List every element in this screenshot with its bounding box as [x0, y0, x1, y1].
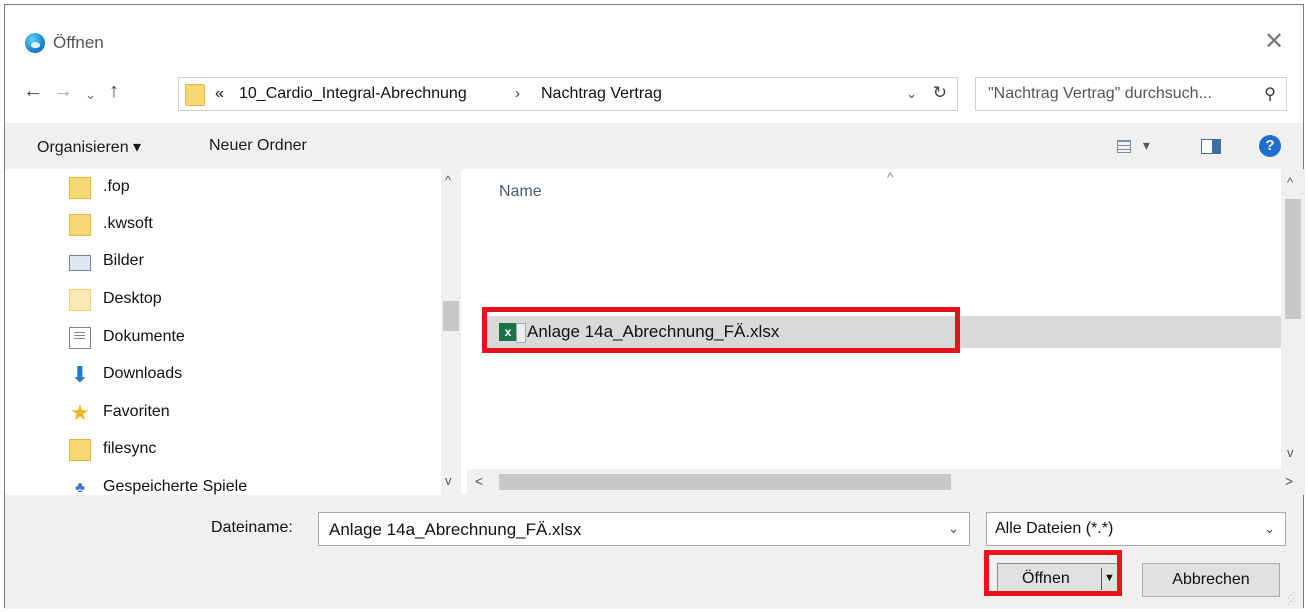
file-list-pane: ^ Name x Anlage 14a_Abrechnung_FÄ.xlsx ^… [467, 169, 1305, 495]
scroll-up-icon[interactable]: ^ [445, 173, 451, 188]
sidebar-item-label: Bilder [103, 252, 144, 269]
sidebar-item-label: Favoriten [103, 403, 170, 420]
open-button-label: Öffnen [1022, 570, 1070, 587]
folder-icon [69, 214, 91, 236]
back-arrow-icon[interactable]: ← [23, 79, 43, 103]
address-bar[interactable]: « 10_Cardio_Integral-Abrechnung › Nachtr… [178, 77, 958, 111]
open-button[interactable]: Öffnen ▼ [997, 563, 1119, 595]
file-row-selected[interactable]: x Anlage 14a_Abrechnung_FÄ.xlsx [485, 316, 1281, 348]
organize-menu-button[interactable]: Organisieren ▾ [37, 137, 141, 157]
open-file-dialog: Öffnen ✕ ← → ⌄ ↑ « 10_Cardio_Integral-Ab… [4, 4, 1305, 609]
search-placeholder: "Nachtrag Vertrag" durchsuch... [988, 85, 1212, 102]
games-icon: ♣ [75, 479, 85, 495]
filename-label: Dateiname: [211, 519, 293, 536]
file-type-select[interactable]: Alle Dateien (*.*) ⌄ [986, 512, 1286, 546]
dialog-footer: Dateiname: Anlage 14a_Abrechnung_FÄ.xlsx… [5, 495, 1303, 609]
excel-file-icon: x [499, 323, 526, 343]
change-view-button[interactable]: ▾ [1117, 137, 1161, 157]
close-button[interactable]: ✕ [1257, 27, 1291, 57]
sidebar-item-label: .fop [103, 178, 130, 195]
title-bar: Öffnen ✕ [5, 5, 1303, 67]
sidebar-item-label: Downloads [103, 365, 183, 382]
sidebar-scrollbar[interactable]: ^ v [441, 169, 461, 495]
edge-browser-icon [25, 33, 45, 53]
open-options-dropdown-icon[interactable]: ▼ [1104, 572, 1115, 584]
folder-icon [69, 439, 91, 461]
navigation-pane: .fop .kwsoft Bilder Desktop Dokumente ⬇ … [5, 169, 461, 495]
scroll-right-icon[interactable]: > [1285, 473, 1293, 489]
filename-dropdown-icon[interactable]: ⌄ [948, 521, 959, 537]
scrollbar-thumb[interactable] [443, 301, 459, 331]
file-type-value: Alle Dateien (*.*) [995, 520, 1114, 537]
sidebar-item-label: Gespeicherte Spiele [103, 478, 248, 495]
preview-pane-icon[interactable] [1201, 139, 1221, 154]
scroll-left-icon[interactable]: < [475, 473, 483, 489]
breadcrumb-item[interactable]: 10_Cardio_Integral-Abrechnung [239, 85, 467, 103]
star-icon: ★ [70, 400, 90, 425]
sidebar-item-label: filesync [103, 440, 157, 457]
dialog-title: Öffnen [53, 33, 104, 52]
scroll-down-icon[interactable]: v [1287, 445, 1294, 460]
scrollbar-thumb[interactable] [1285, 199, 1301, 319]
search-input[interactable]: "Nachtrag Vertrag" durchsuch... ⚲ [975, 77, 1287, 111]
breadcrumb-overflow[interactable]: « [215, 85, 224, 103]
search-icon[interactable]: ⚲ [1264, 84, 1276, 104]
resize-grip-icon[interactable]: ⋰ ⋰ [1287, 592, 1299, 606]
command-toolbar: Organisieren ▾ Neuer Ordner ▾ ? [5, 123, 1303, 169]
cancel-button[interactable]: Abbrechen [1142, 563, 1280, 597]
details-view-icon [1117, 139, 1131, 153]
split-divider [1101, 568, 1102, 590]
refresh-icon[interactable]: ↻ [933, 83, 947, 103]
navigation-bar: ← → ⌄ ↑ « 10_Cardio_Integral-Abrechnung … [5, 69, 1303, 115]
cancel-button-label: Abbrechen [1172, 571, 1250, 588]
sidebar-item-label: Desktop [103, 290, 162, 307]
folder-icon [69, 177, 91, 199]
scroll-up-icon[interactable]: ^ [1287, 175, 1293, 190]
pictures-icon [69, 255, 91, 271]
sidebar-item-label: Dokumente [103, 328, 185, 345]
help-icon[interactable]: ? [1259, 135, 1281, 157]
file-list-horizontal-scrollbar[interactable]: < > [467, 469, 1305, 495]
view-dropdown-icon: ▾ [1142, 137, 1150, 153]
column-header-name[interactable]: Name [499, 183, 542, 201]
scrollbar-thumb[interactable] [499, 474, 951, 490]
breadcrumb-separator-icon[interactable]: › [515, 85, 520, 102]
folder-icon [185, 84, 205, 106]
recent-locations-chevron-icon[interactable]: ⌄ [85, 83, 96, 107]
breadcrumb-item[interactable]: Nachtrag Vertrag [541, 85, 662, 103]
download-icon: ⬇ [70, 362, 90, 387]
desktop-folder-icon [69, 289, 91, 311]
file-name: Anlage 14a_Abrechnung_FÄ.xlsx [527, 322, 780, 341]
sort-indicator-icon: ^ [887, 169, 894, 185]
documents-icon [69, 327, 91, 349]
new-folder-button[interactable]: Neuer Ordner [209, 137, 307, 155]
filename-input[interactable]: Anlage 14a_Abrechnung_FÄ.xlsx ⌄ [318, 512, 970, 546]
up-arrow-icon[interactable]: ↑ [109, 79, 119, 103]
filename-value: Anlage 14a_Abrechnung_FÄ.xlsx [329, 520, 582, 539]
scroll-down-icon[interactable]: v [445, 473, 452, 488]
file-type-dropdown-icon[interactable]: ⌄ [1264, 521, 1275, 537]
address-dropdown-icon[interactable]: ⌄ [906, 86, 917, 102]
forward-arrow-icon[interactable]: → [53, 79, 73, 103]
file-list-vertical-scrollbar[interactable]: ^ v [1281, 169, 1305, 469]
sidebar-item-label: .kwsoft [103, 215, 153, 232]
